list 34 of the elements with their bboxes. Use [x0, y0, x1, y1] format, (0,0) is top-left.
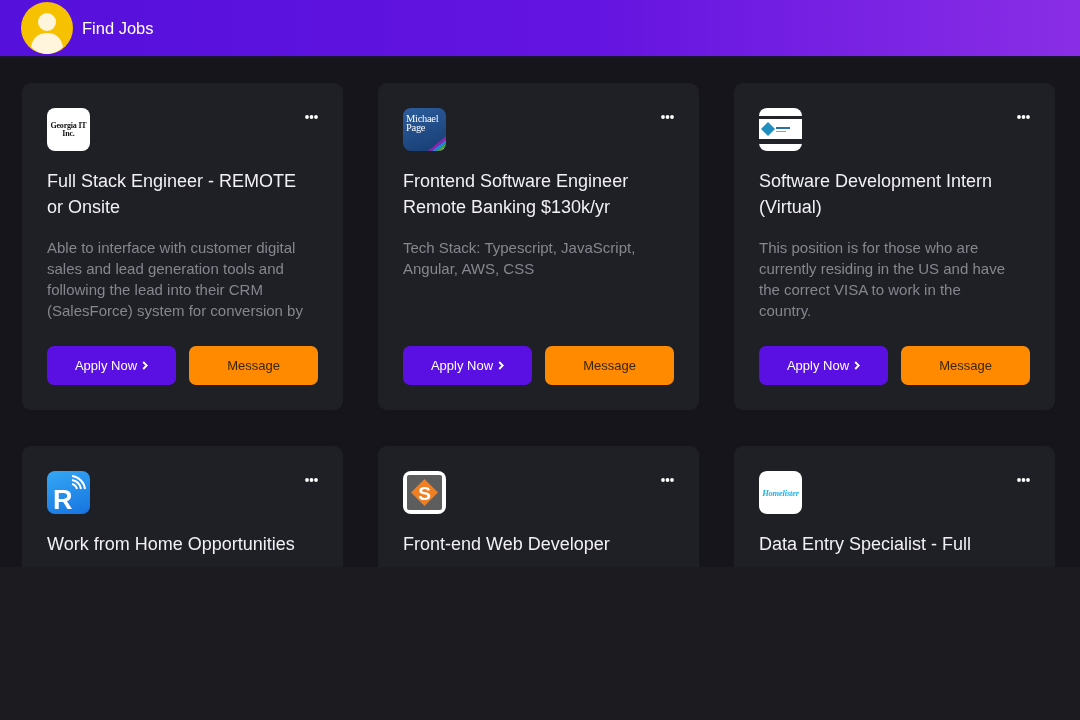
more-icon[interactable] [1017, 478, 1030, 482]
logo-text: R [53, 487, 73, 514]
more-icon[interactable] [661, 115, 674, 119]
job-title: Full Stack Engineer - REMOTE or Onsite [47, 170, 298, 219]
apply-button[interactable]: Apply Now [403, 346, 532, 385]
job-description: This position is for those who are currently residing in the US and have the correct VISA to work in the country. [759, 238, 1006, 321]
message-button[interactable]: Message [545, 346, 674, 385]
chevron-icon [498, 361, 505, 370]
job-title: Software Development Intern (Virtual) [759, 170, 994, 219]
logo-text: Michael Page [406, 114, 440, 132]
job-title: Work from Home Opportunities [47, 533, 296, 556]
logo-text: Georgia IT Inc. [49, 121, 88, 138]
message-button[interactable]: Message [189, 346, 318, 385]
job-description: Able to interface with customer digital sales and lead generation tools and following the lead into their CRM (SalesForce) system for conversion by [47, 238, 304, 321]
stripes-icon [428, 135, 446, 151]
more-icon[interactable] [661, 478, 674, 482]
page-title: Find Jobs [82, 18, 154, 38]
apply-button[interactable]: Apply Now [759, 346, 888, 385]
apply-button[interactable]: Apply Now [47, 346, 176, 385]
logo-text: Homelister [762, 487, 799, 498]
more-icon[interactable] [1017, 115, 1030, 119]
job-title: Data Entry Specialist - Full [759, 533, 973, 556]
chevron-icon [854, 361, 861, 370]
logo-text: S [418, 485, 431, 500]
message-button[interactable]: Message [901, 346, 1030, 385]
more-icon[interactable] [305, 115, 318, 119]
emblem-icon [759, 115, 802, 144]
job-title: Frontend Software Engineer Remote Banking $130k/yr [403, 170, 630, 219]
job-title: Front-end Web Developer [403, 533, 611, 556]
avatar-icon[interactable] [21, 2, 73, 54]
more-icon[interactable] [305, 478, 318, 482]
signal-arcs-icon [70, 475, 86, 491]
job-description: Tech Stack: Typescript, JavaScript, Angular, AWS, CSS [403, 238, 637, 279]
chevron-icon [142, 361, 149, 370]
